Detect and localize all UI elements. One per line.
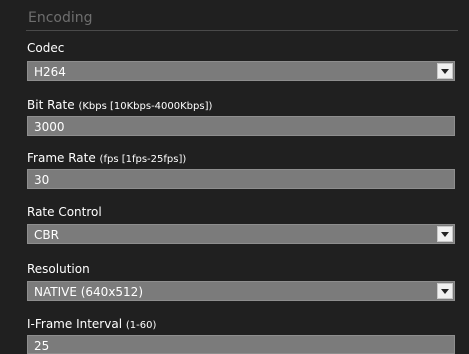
codec-value: H264 — [34, 65, 66, 79]
chevron-down-icon[interactable] — [437, 63, 453, 79]
rate-control-value: CBR — [34, 228, 59, 242]
bit-rate-value: 3000 — [34, 120, 65, 134]
section-title: Encoding — [28, 10, 93, 26]
frame-rate-value: 30 — [34, 173, 50, 187]
resolution-select[interactable]: NATIVE (640x512) — [27, 281, 455, 301]
iframe-interval-hint: (1-60) — [125, 320, 157, 331]
rate-control-label: Rate Control — [27, 205, 102, 219]
chevron-down-icon[interactable] — [437, 226, 453, 242]
codec-select[interactable]: H264 — [27, 61, 455, 81]
bit-rate-label: Bit Rate (Kbps [10Kbps-4000Kbps]) — [27, 98, 212, 112]
iframe-interval-label-text: I-Frame Interval — [27, 317, 123, 331]
chevron-down-icon[interactable] — [437, 283, 453, 299]
resolution-label-text: Resolution — [27, 262, 90, 276]
iframe-interval-label: I-Frame Interval (1-60) — [27, 317, 156, 331]
bit-rate-label-text: Bit Rate — [27, 98, 75, 112]
iframe-interval-value: 25 — [34, 339, 50, 353]
bit-rate-input[interactable]: 3000 — [27, 116, 455, 136]
frame-rate-label-text: Frame Rate — [27, 151, 96, 165]
resolution-value: NATIVE (640x512) — [34, 285, 144, 299]
codec-label-text: Codec — [27, 41, 65, 55]
rate-control-label-text: Rate Control — [27, 205, 102, 219]
frame-rate-hint: (fps [1fps-25fps]) — [99, 154, 187, 165]
rate-control-select[interactable]: CBR — [27, 224, 455, 244]
iframe-interval-input[interactable]: 25 — [27, 335, 455, 354]
codec-label: Codec — [27, 41, 64, 55]
frame-rate-input[interactable]: 30 — [27, 169, 455, 189]
section-header: Encoding — [26, 6, 458, 31]
resolution-label: Resolution — [27, 262, 90, 276]
frame-rate-label: Frame Rate (fps [1fps-25fps]) — [27, 151, 186, 165]
bit-rate-hint: (Kbps [10Kbps-4000Kbps]) — [78, 101, 213, 112]
encoding-panel: Encoding Codec H264 Bit Rate (Kbps [10Kb… — [0, 0, 469, 354]
